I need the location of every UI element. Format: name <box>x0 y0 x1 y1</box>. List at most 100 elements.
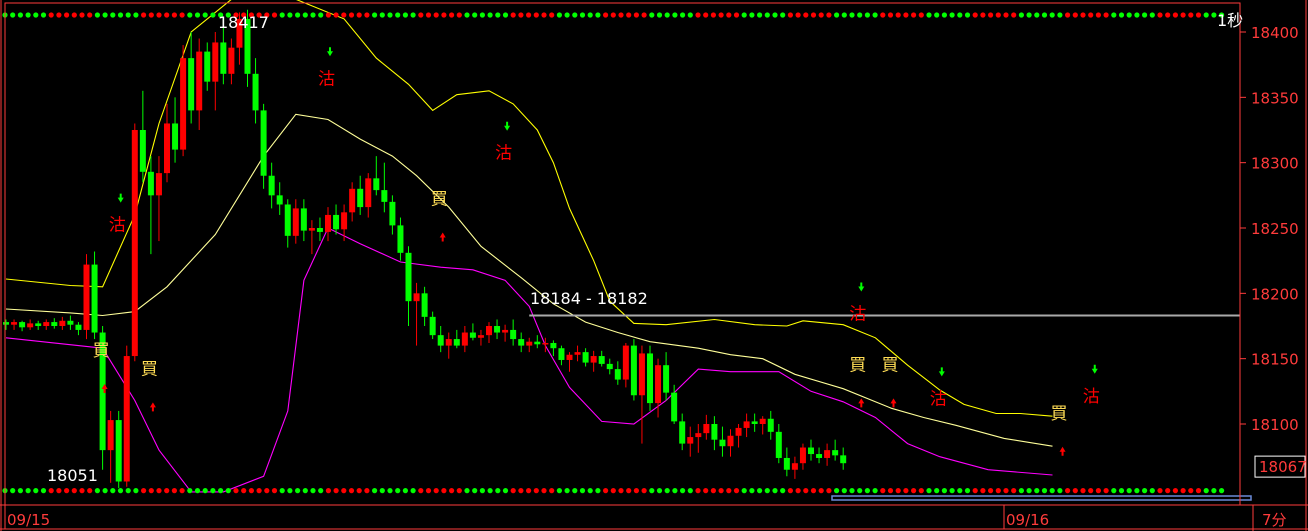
signal-arrow <box>504 121 511 131</box>
candle-body <box>445 339 452 346</box>
level-dot <box>1057 488 1063 494</box>
level-dot <box>287 12 293 18</box>
date-label: 09/16 <box>1006 511 1049 529</box>
level-dot <box>780 12 786 18</box>
level-dot <box>549 12 555 18</box>
level-dot <box>533 12 539 18</box>
candle-body <box>397 225 404 253</box>
level-dot <box>241 488 247 494</box>
level-dot <box>649 12 655 18</box>
candle-body <box>590 356 597 363</box>
signal-arrow <box>938 367 945 377</box>
level-dot <box>587 488 593 494</box>
level-dot <box>171 12 177 18</box>
candle-body <box>139 130 146 172</box>
level-dot <box>279 12 285 18</box>
candle <box>663 352 670 401</box>
level-dot <box>1142 12 1148 18</box>
level-dot <box>595 12 601 18</box>
level-dot <box>810 488 817 494</box>
candle-body <box>373 178 380 191</box>
level-dot <box>1080 12 1086 18</box>
candle-body <box>164 123 170 174</box>
level-dot <box>957 488 963 494</box>
candle-body <box>783 457 790 470</box>
level-dot <box>110 12 116 18</box>
level-dot <box>94 488 100 494</box>
candle <box>333 204 340 235</box>
level-dot <box>379 488 385 494</box>
candle <box>614 361 621 385</box>
level-dot <box>980 12 986 18</box>
level-dot <box>348 12 355 18</box>
candle-body <box>566 354 573 360</box>
level-dot <box>64 12 70 18</box>
level-dot <box>757 488 763 494</box>
level-dot <box>757 12 763 18</box>
level-dot <box>880 12 886 18</box>
signal-label: 沽 <box>930 389 947 409</box>
level-dot <box>1095 12 1101 18</box>
candle <box>727 429 734 457</box>
y-tick-label: 18300 <box>1251 155 1299 173</box>
level-dot <box>895 488 901 494</box>
level-dot <box>418 488 424 494</box>
level-dot <box>164 12 170 18</box>
candle <box>220 25 227 85</box>
level-dot <box>156 488 162 494</box>
level-dot <box>10 12 16 18</box>
level-dot <box>934 12 940 18</box>
y-tick-label: 18200 <box>1251 285 1299 303</box>
candle <box>3 319 9 330</box>
candle <box>574 345 581 362</box>
candle <box>421 286 428 326</box>
candle <box>196 38 203 130</box>
candle <box>824 443 831 466</box>
candle <box>268 162 275 209</box>
level-dot <box>1165 488 1171 494</box>
level-dot <box>502 488 509 494</box>
candle-body <box>421 293 428 317</box>
candle <box>767 410 774 440</box>
corner-label: 1秒 <box>1217 11 1243 30</box>
candle <box>655 358 662 418</box>
candle-body <box>204 51 211 82</box>
level-dot <box>302 488 308 494</box>
level-dot <box>233 488 239 494</box>
y-tick-label: 18350 <box>1251 89 1299 107</box>
level-dot <box>641 488 647 494</box>
candle-body <box>19 322 26 328</box>
candle-body <box>711 424 718 440</box>
candlestick-chart[interactable]: 沽買買沽買沽沽買 買沽買沽 184001835018300182501820018… <box>0 0 1308 531</box>
candle <box>75 322 82 336</box>
level-dot <box>94 12 100 18</box>
level-dot <box>541 12 547 18</box>
level-dot <box>302 12 308 18</box>
level-dot <box>849 488 855 494</box>
level-dot <box>1026 12 1032 18</box>
candle-body <box>413 293 420 302</box>
candle <box>582 348 589 367</box>
candle <box>469 323 476 341</box>
candle <box>534 335 541 349</box>
level-dot <box>148 488 154 494</box>
level-dot <box>672 12 678 18</box>
candle-body <box>502 329 509 333</box>
level-dot <box>256 488 262 494</box>
level-dot <box>880 488 886 494</box>
level-dot <box>295 488 301 494</box>
candle <box>735 424 742 448</box>
candle-body <box>727 435 734 447</box>
candle <box>832 439 839 461</box>
candle-body <box>43 322 50 326</box>
level-dot <box>610 488 616 494</box>
level-dot <box>10 488 16 494</box>
candle <box>840 447 847 470</box>
level-dot <box>949 488 955 494</box>
level-dot <box>1065 488 1071 494</box>
level-dot <box>780 488 786 494</box>
level-dot <box>71 12 77 18</box>
level-dot <box>556 488 563 494</box>
level-dot <box>834 488 840 494</box>
level-dot <box>1003 12 1009 18</box>
